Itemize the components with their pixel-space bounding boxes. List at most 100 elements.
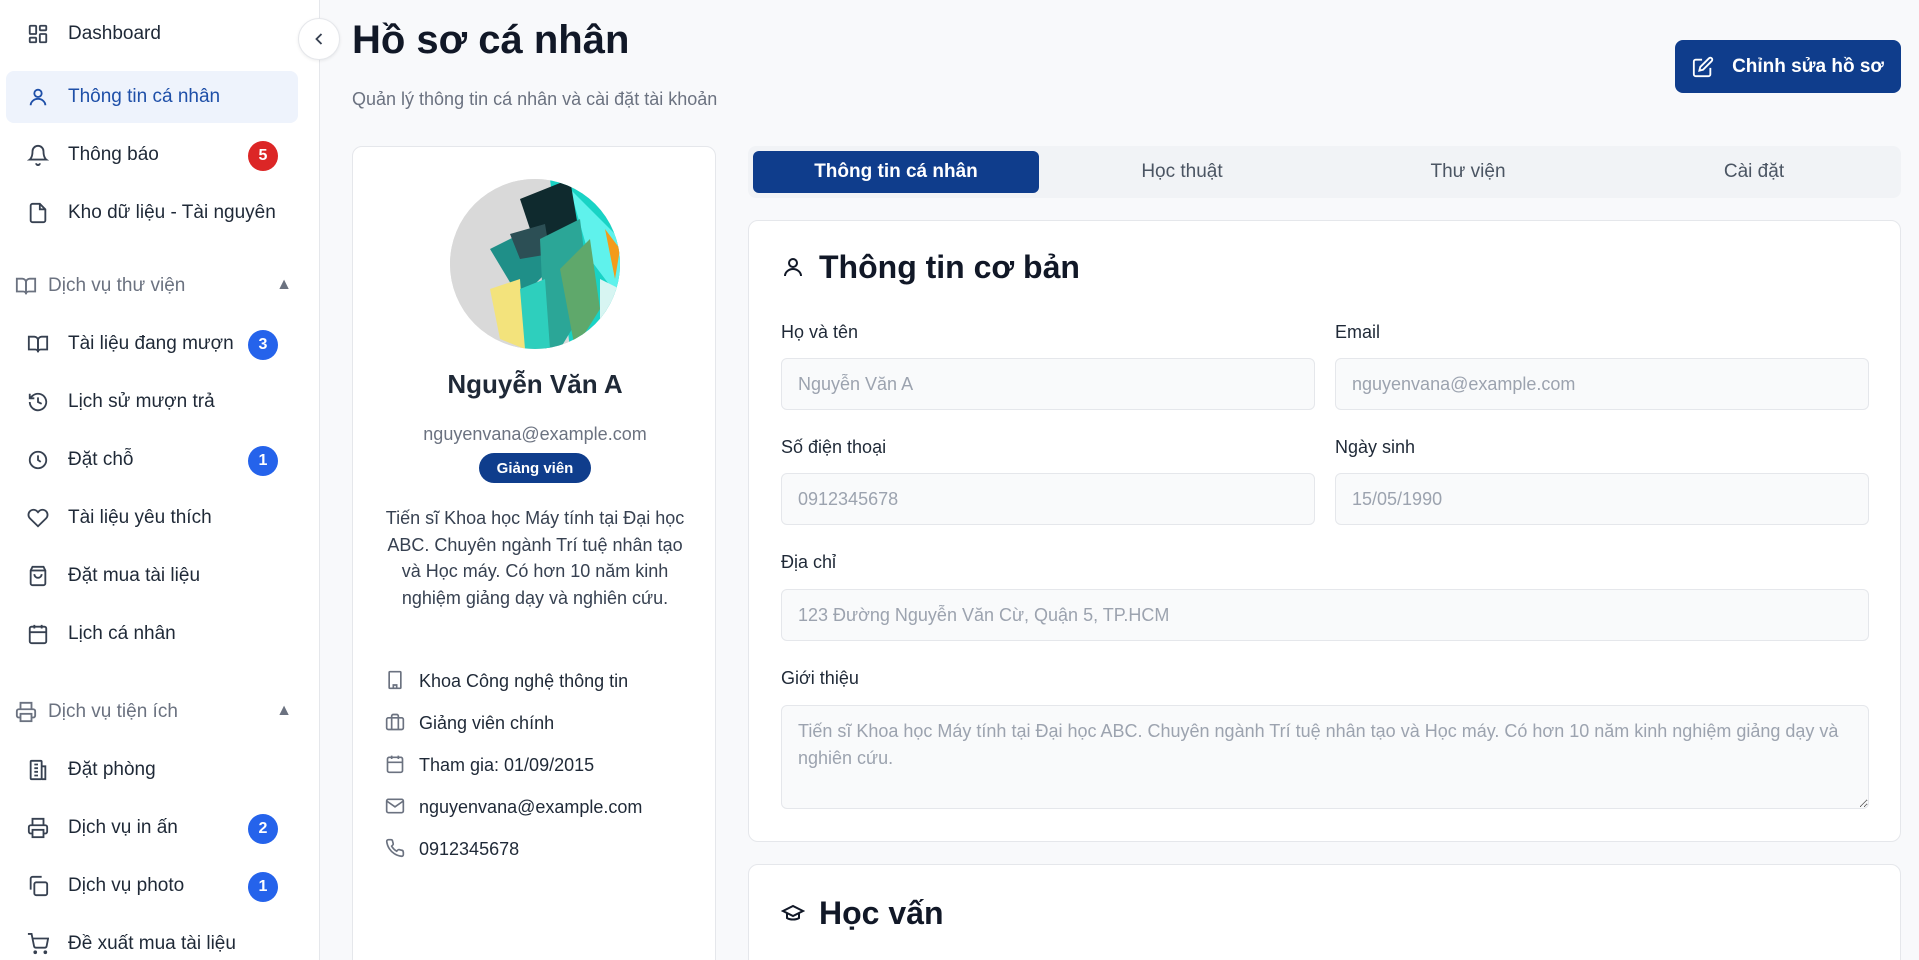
email-input[interactable] xyxy=(1335,358,1869,410)
borrowed-count-badge: 3 xyxy=(248,330,278,360)
sidebar-item-label: Lịch sử mượn trả xyxy=(68,391,215,412)
sidebar-item-reservation[interactable]: Đặt chỗ 1 xyxy=(6,434,298,486)
heart-icon xyxy=(26,506,50,530)
mail-icon xyxy=(385,796,407,818)
profile-email: nguyenvana@example.com xyxy=(423,424,647,444)
basic-info-title-text: Thông tin cơ bản xyxy=(819,249,1080,285)
birthday-label: Ngày sinh xyxy=(1335,437,1416,457)
tab-personal-info[interactable]: Thông tin cá nhân xyxy=(753,151,1039,193)
avatar[interactable] xyxy=(450,179,620,349)
sidebar-item-label: Tài liệu đang mượn xyxy=(68,333,234,354)
sidebar-collapse-button[interactable] xyxy=(298,18,340,60)
notification-count-badge: 5 xyxy=(248,141,278,171)
bio-label: Giới thiệu xyxy=(781,668,859,688)
sidebar-item-resources[interactable]: Kho dữ liệu - Tài nguyên xyxy=(6,187,298,239)
building-icon xyxy=(385,670,407,692)
basic-info-card: Thông tin cơ bản Họ và tên Email Số điện… xyxy=(748,220,1901,842)
profile-bio: Tiến sĩ Khoa học Máy tính tại Đại học AB… xyxy=(385,508,685,608)
birthday-input[interactable] xyxy=(1335,473,1869,525)
section-title: Dịch vụ tiện ích xyxy=(48,701,178,722)
sidebar-item-favorites[interactable]: Tài liệu yêu thích xyxy=(6,492,298,544)
tab-academic[interactable]: Học thuật xyxy=(1039,151,1325,193)
tab-settings[interactable]: Cài đặt xyxy=(1611,151,1897,193)
fullname-input[interactable] xyxy=(781,358,1315,410)
phone-text: 0912345678 xyxy=(419,838,520,859)
profile-department: Khoa Công nghệ thông tin xyxy=(385,666,628,696)
sidebar-item-dashboard[interactable]: Dashboard xyxy=(6,8,298,60)
edit-profile-label: Chỉnh sửa hồ sơ xyxy=(1732,55,1884,77)
address-input[interactable] xyxy=(781,589,1869,641)
phone-label: Số điện thoại xyxy=(781,437,887,457)
sidebar-item-label: Dịch vụ in ấn xyxy=(68,817,178,838)
education-title: Học vấn xyxy=(781,895,943,932)
printer-icon xyxy=(14,700,38,724)
book-open-icon xyxy=(26,332,50,356)
education-card: Học vấn xyxy=(748,864,1901,960)
bio-textarea[interactable] xyxy=(781,705,1869,809)
section-utility-services[interactable]: Dịch vụ tiện ích ▲ xyxy=(14,694,298,730)
sidebar-item-purchase[interactable]: Đặt mua tài liệu xyxy=(6,550,298,602)
collapse-triangle-icon: ▲ xyxy=(276,702,292,719)
phone-icon xyxy=(385,838,407,860)
education-title-text: Học vấn xyxy=(819,895,944,931)
user-icon xyxy=(781,255,807,281)
file-icon xyxy=(26,201,50,225)
department-text: Khoa Công nghệ thông tin xyxy=(419,670,629,691)
building-icon xyxy=(26,758,50,782)
graduation-cap-icon xyxy=(781,901,807,927)
edit-icon xyxy=(1692,56,1714,77)
photo-count-badge: 1 xyxy=(248,872,278,902)
section-title: Dịch vụ thư viện xyxy=(48,275,186,296)
copy-icon xyxy=(26,874,50,898)
position-text: Giảng viên chính xyxy=(419,712,555,733)
profile-contact-email: nguyenvana@example.com xyxy=(385,792,642,822)
chevron-left-icon xyxy=(315,33,323,45)
history-icon xyxy=(26,390,50,414)
bell-icon xyxy=(26,143,50,167)
sidebar-item-profile[interactable]: Thông tin cá nhân xyxy=(6,71,298,123)
sidebar-item-photo[interactable]: Dịch vụ photo 1 xyxy=(6,860,298,912)
sidebar-item-calendar[interactable]: Lịch cá nhân xyxy=(6,608,298,660)
profile-phone: 0912345678 xyxy=(385,834,519,864)
sidebar-item-notifications[interactable]: Thông báo 5 xyxy=(6,129,298,181)
sidebar-item-label: Kho dữ liệu - Tài nguyên xyxy=(68,202,276,223)
sidebar-item-label: Đặt mua tài liệu xyxy=(68,565,201,586)
reservation-count-badge: 1 xyxy=(248,446,278,476)
sidebar-item-label: Lịch cá nhân xyxy=(68,623,176,644)
phone-input[interactable] xyxy=(781,473,1315,525)
book-open-icon xyxy=(14,274,38,298)
printer-icon xyxy=(26,816,50,840)
sidebar-item-printing[interactable]: Dịch vụ in ấn 2 xyxy=(6,802,298,854)
section-library-services[interactable]: Dịch vụ thư viện ▲ xyxy=(14,268,298,304)
sidebar-item-history[interactable]: Lịch sử mượn trả xyxy=(6,376,298,428)
sidebar-item-room-booking[interactable]: Đặt phòng xyxy=(6,744,298,796)
profile-joined: Tham gia: 01/09/2015 xyxy=(385,750,594,780)
tab-library[interactable]: Thư viện xyxy=(1325,151,1611,193)
sidebar-item-label: Thông báo xyxy=(68,144,159,165)
sidebar-item-suggest-purchase[interactable]: Đề xuất mua tài liệu xyxy=(6,918,298,960)
sidebar-item-label: Đề xuất mua tài liệu xyxy=(68,933,236,954)
sidebar-item-label: Dashboard xyxy=(68,23,161,44)
sidebar-item-label: Đặt phòng xyxy=(68,759,156,780)
joined-text: Tham gia: 01/09/2015 xyxy=(419,754,595,775)
sidebar-item-borrowed[interactable]: Tài liệu đang mượn 3 xyxy=(6,318,298,370)
edit-profile-button[interactable]: Chỉnh sửa hồ sơ xyxy=(1675,40,1901,93)
shopping-bag-icon xyxy=(26,564,50,588)
page-subtitle: Quản lý thông tin cá nhân và cài đặt tài… xyxy=(352,89,718,109)
clock-icon xyxy=(26,448,50,472)
profile-tabs: Thông tin cá nhân Học thuật Thư viện Cài… xyxy=(748,146,1901,198)
role-badge: Giảng viên xyxy=(479,453,591,483)
address-label: Địa chỉ xyxy=(781,552,837,572)
calendar-icon xyxy=(385,754,407,776)
profile-name: Nguyễn Văn A xyxy=(447,369,623,399)
fullname-label: Họ và tên xyxy=(781,322,859,342)
sidebar-item-label: Thông tin cá nhân xyxy=(68,86,221,107)
calendar-icon xyxy=(26,622,50,646)
profile-card: Nguyễn Văn A nguyenvana@example.com Giản… xyxy=(352,146,716,960)
email-label: Email xyxy=(1335,322,1381,342)
profile-position: Giảng viên chính xyxy=(385,708,554,738)
page-title: Hồ sơ cá nhân xyxy=(352,18,630,62)
sidebar-item-label: Đặt chỗ xyxy=(68,449,134,470)
cart-icon xyxy=(26,932,50,956)
collapse-triangle-icon: ▲ xyxy=(276,276,292,293)
